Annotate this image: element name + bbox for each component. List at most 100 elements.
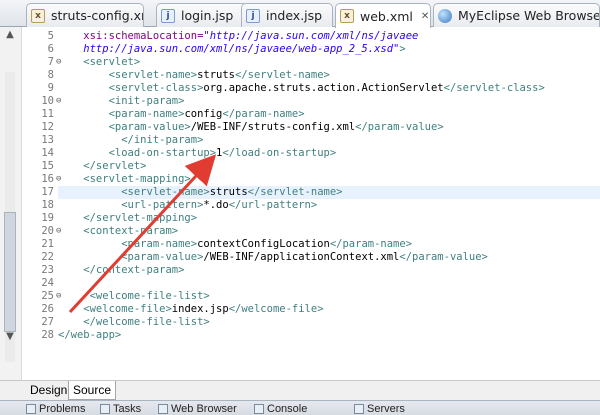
line-number: 13	[41, 134, 54, 146]
tab-source[interactable]: Source	[68, 381, 117, 400]
code-token: </url-pattern>	[228, 199, 318, 211]
code-token: </servlet-class>	[443, 82, 545, 94]
close-icon[interactable]: ✕	[421, 11, 429, 22]
view-tab-problems[interactable]: Problems	[26, 403, 85, 415]
code-line: <servlet-mapping>	[58, 173, 190, 186]
tab-struts-config-xml[interactable]: x struts-config.xml	[26, 3, 144, 27]
code-token: </param-name>	[329, 238, 413, 250]
code-token: </servlet>	[58, 160, 147, 172]
code-token: <param-value>	[58, 121, 191, 133]
code-token: <init-param>	[58, 95, 185, 107]
code-line: <context-param>	[58, 225, 178, 238]
scroll-up-icon[interactable]: ▲	[3, 29, 17, 41]
code-token: </welcome-file>	[228, 303, 324, 315]
tab-index-jsp[interactable]: j index.jsp	[241, 3, 333, 27]
code-token: *.do	[203, 199, 229, 211]
vertical-scrollbar[interactable]: ▲ ▼	[0, 27, 22, 380]
line-number: 8	[47, 69, 54, 81]
line-number: 15	[41, 160, 54, 172]
code-token: </param-value>	[399, 251, 488, 263]
line-number: 17	[41, 186, 54, 198]
line-number: 27	[41, 316, 54, 328]
code-token: config	[184, 108, 223, 120]
code-line: <welcome-file-list>	[58, 290, 210, 303]
line-number: 12	[41, 121, 54, 133]
code-line: </web-app>	[58, 329, 121, 342]
line-number: 10	[41, 95, 54, 107]
code-line: <param-name>config</param-name>	[58, 108, 305, 121]
code-token: <servlet-class>	[58, 82, 204, 94]
view-tab-console[interactable]: Console	[254, 403, 307, 415]
code-token: org.apache.struts.action.ActionServlet	[203, 82, 444, 94]
code-token: </web-app>	[58, 329, 122, 341]
code-token: <welcome-file>	[58, 303, 172, 315]
code-line: <param-value>/WEB-INF/struts-config.xml<…	[58, 121, 444, 134]
code-token: index.jsp	[171, 303, 229, 315]
code-token: <param-name>	[58, 238, 198, 250]
code-line: </welcome-file-list>	[58, 316, 209, 329]
line-number: 6	[47, 43, 54, 55]
scroll-down-icon[interactable]: ▼	[3, 331, 17, 343]
xml-file-icon: x	[31, 8, 45, 23]
code-token: </param-value>	[355, 121, 444, 133]
code-token: </load-on-startup>	[222, 147, 337, 159]
line-number: 25	[41, 290, 54, 302]
code-token: "http://java.sun.com/xml/ns/javaee	[203, 30, 419, 42]
code-line: xsi:schemaLocation="http://java.sun.com/…	[58, 30, 418, 43]
tab-design[interactable]: Design	[26, 381, 71, 400]
code-token: <url-pattern>	[58, 199, 204, 211]
line-number: 23	[41, 264, 54, 276]
code-token: /WEB-INF/applicationContext.xml	[203, 251, 400, 263]
code-line: <servlet-name>struts</servlet-name>	[58, 186, 342, 199]
line-number: 24	[41, 277, 54, 289]
code-token: struts	[197, 69, 236, 81]
line-number: 28	[41, 329, 54, 341]
code-token: </servlet-mapping>	[58, 212, 198, 224]
line-number-gutter: 5 6 7 ⊖ 8 9 10 ⊖ 11 12 13 14 15 16 ⊖ 17 18 19 20 ⊖ 21 22 23 24 2…	[22, 27, 61, 380]
problems-icon	[26, 404, 36, 415]
code-token: </servlet-name>	[247, 186, 343, 198]
code-line: </init-param>	[58, 134, 203, 147]
line-number: 14	[41, 147, 54, 159]
code-editor[interactable]: xsi:schemaLocation="http://java.sun.com/…	[58, 27, 600, 380]
tab-myeclipse-web-browser[interactable]: MyEclipse Web Browse	[433, 3, 600, 27]
code-line: <welcome-file>index.jsp</welcome-file>	[58, 303, 324, 316]
code-line: <servlet-class>org.apache.struts.action.…	[58, 82, 545, 95]
tab-web-xml[interactable]: x web.xml ✕	[335, 3, 431, 28]
bottom-views-bar: Problems Tasks Web Browser Console Serve…	[0, 400, 600, 415]
code-token: <servlet>	[58, 56, 141, 68]
code-line: </servlet-mapping>	[58, 212, 197, 225]
line-number: 16	[41, 173, 54, 185]
code-line: <servlet-name>struts</servlet-name>	[58, 69, 330, 82]
tab-login-jsp[interactable]: j login.jsp	[156, 3, 248, 27]
line-number: 11	[41, 108, 54, 120]
console-icon	[254, 404, 264, 415]
line-number: 18	[41, 199, 54, 211]
code-line: </context-param>	[58, 264, 184, 277]
line-number: 19	[41, 212, 54, 224]
view-tab-servers[interactable]: Servers	[354, 403, 405, 415]
tab-label: struts-config.xml	[51, 8, 143, 23]
view-tab-web-browser[interactable]: Web Browser	[158, 403, 237, 415]
code-token: <param-name>	[58, 108, 185, 120]
code-token: <welcome-file-list>	[58, 290, 210, 302]
jsp-file-icon: j	[246, 8, 260, 23]
code-line: <load-on-startup>1</load-on-startup>	[58, 147, 337, 160]
code-token: xsi:schemaLocation=	[58, 30, 204, 42]
editor-mode-bar: Design Source	[0, 380, 600, 400]
tab-label: web.xml	[360, 8, 413, 24]
line-number: 26	[41, 303, 54, 315]
code-token: </context-param>	[58, 264, 185, 276]
code-line: <param-name>contextConfigLocation</param…	[58, 238, 412, 251]
view-tab-tasks[interactable]: Tasks	[100, 403, 141, 415]
tasks-icon	[100, 404, 110, 415]
line-number: 21	[41, 238, 54, 250]
jsp-file-icon: j	[161, 8, 175, 23]
tab-label: MyEclipse Web Browse	[458, 8, 600, 23]
code-token: contextConfigLocation	[197, 238, 330, 250]
line-number: 9	[47, 82, 54, 94]
code-token: </param-name>	[222, 108, 305, 120]
scroll-thumb[interactable]	[4, 212, 16, 332]
tab-label: index.jsp	[266, 8, 323, 23]
code-token: </init-param>	[58, 134, 204, 146]
